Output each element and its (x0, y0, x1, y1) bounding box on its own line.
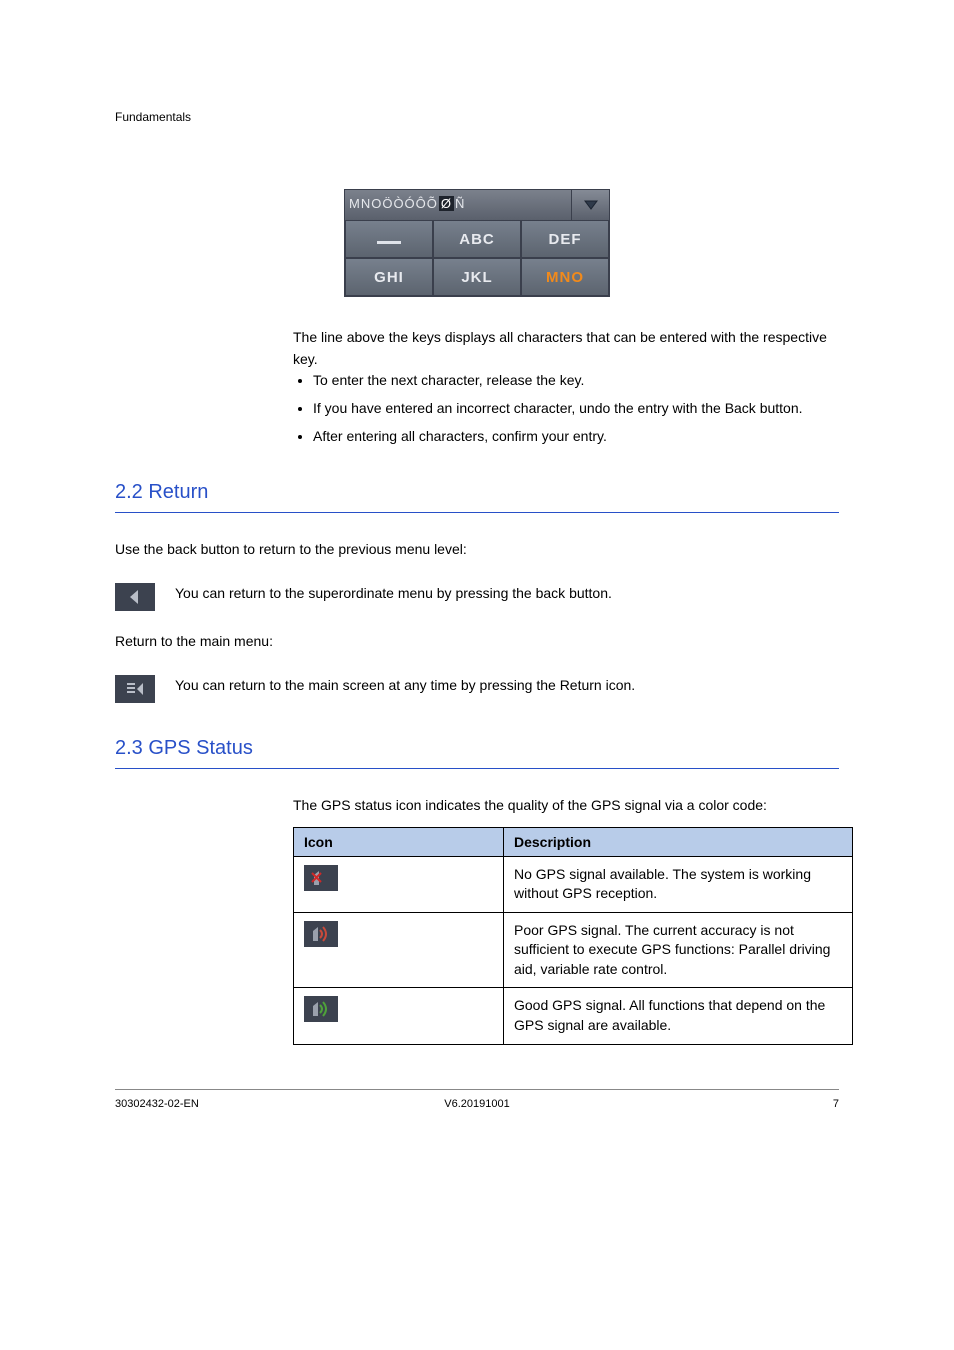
keypad: MNOÖÒÓÔÕØÑ ABC DEF GHI JKL MNO (344, 189, 610, 297)
table-row: Good GPS signal. All functions that depe… (294, 988, 853, 1044)
gps-good-icon (304, 996, 338, 1022)
gps-good-desc: Good GPS signal. All functions that depe… (504, 988, 853, 1044)
th-desc: Description (504, 827, 853, 856)
key-abc[interactable]: ABC (433, 220, 521, 258)
paragraph: Use the back button to return to the pre… (115, 539, 839, 561)
table-row: No GPS signal available. The system is w… (294, 856, 853, 912)
table-row: Poor GPS signal. The current accuracy is… (294, 912, 853, 988)
key-jkl[interactable]: JKL (433, 258, 521, 296)
th-icon: Icon (294, 827, 504, 856)
gps-none-icon (304, 865, 338, 891)
section-gps-title: 2.3 GPS Status (115, 737, 839, 760)
gps-status-table: Icon Description No GPS signal available… (293, 827, 853, 1045)
key-mno[interactable]: MNO (521, 258, 609, 296)
figure-note: The line above the keys displays all cha… (293, 327, 829, 370)
list-item: To enter the next character, release the… (313, 370, 833, 392)
section-divider (115, 512, 839, 513)
instruction-list: To enter the next character, release the… (293, 370, 833, 447)
gps-poor-icon (304, 921, 338, 947)
footer-page: 7 (833, 1098, 839, 1110)
footer-left: 30302432-02-EN (115, 1098, 199, 1110)
list-item: If you have entered an incorrect charact… (313, 398, 833, 420)
section-divider (115, 768, 839, 769)
key-ghi[interactable]: GHI (345, 258, 433, 296)
keypad-display: MNOÖÒÓÔÕØÑ (345, 190, 571, 220)
key-space[interactable] (345, 220, 433, 258)
return-home-icon[interactable] (115, 675, 155, 703)
page-footer: 30302432-02-EN V6.20191001 7 (115, 1089, 839, 1110)
gps-none-desc: No GPS signal available. The system is w… (504, 856, 853, 912)
gps-lead: The GPS status icon indicates the qualit… (293, 795, 833, 817)
return-home-desc: You can return to the main screen at any… (175, 675, 635, 696)
paragraph: Return to the main menu: (115, 631, 839, 653)
chapter-label: Fundamentals (115, 110, 839, 124)
back-button-icon[interactable] (115, 583, 155, 611)
section-return-title: 2.2 Return (115, 481, 839, 504)
list-item: After entering all characters, confirm y… (313, 426, 833, 448)
back-button-desc: You can return to the superordinate menu… (175, 583, 612, 604)
gps-poor-desc: Poor GPS signal. The current accuracy is… (504, 912, 853, 988)
keypad-dropdown[interactable] (571, 190, 609, 220)
footer-center: V6.20191001 (444, 1098, 509, 1110)
key-def[interactable]: DEF (521, 220, 609, 258)
